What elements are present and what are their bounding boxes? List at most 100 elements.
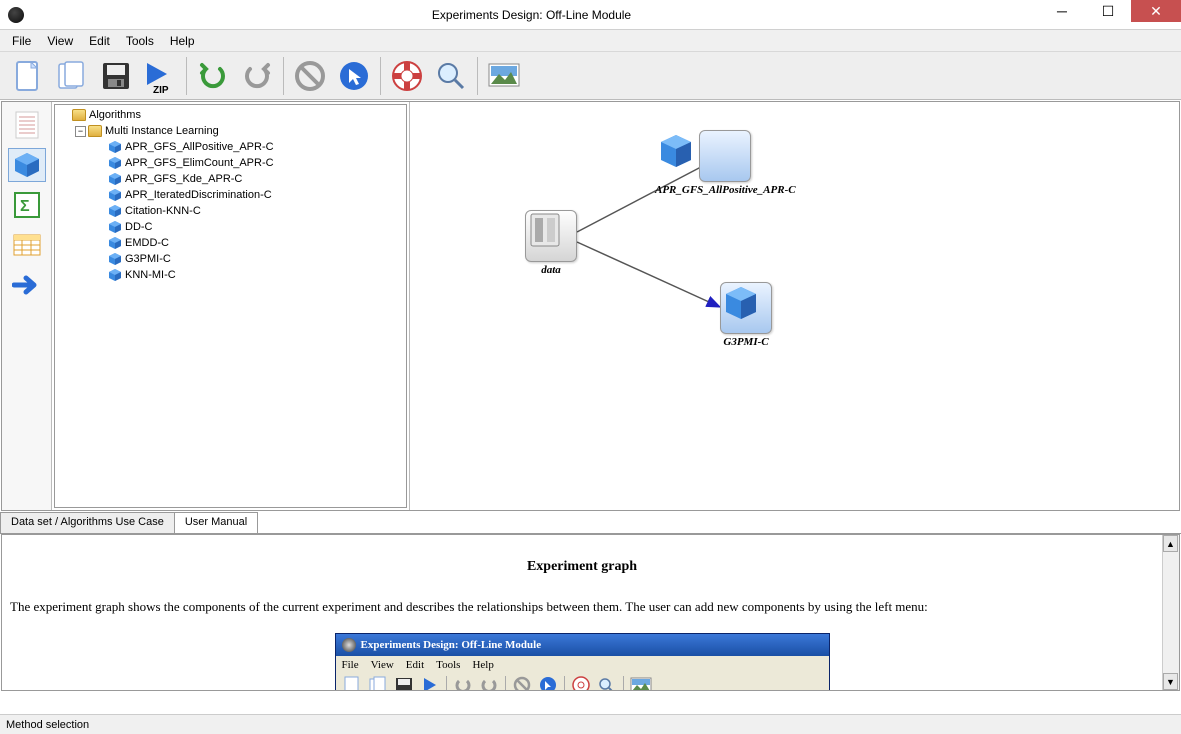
floppy-icon	[394, 676, 414, 690]
tree-leaf[interactable]: EMDD-C	[57, 235, 404, 251]
blue-cube-icon	[108, 140, 122, 154]
ms-menu-edit: Edit	[406, 659, 424, 671]
manual-title: Experiment graph	[10, 559, 1154, 575]
magnifier-icon	[597, 676, 617, 690]
picture-icon	[487, 62, 521, 90]
sidebar-methods-button[interactable]	[8, 148, 46, 182]
graph-node-data-label: data	[525, 264, 577, 276]
sigma-icon: Σ	[13, 191, 41, 219]
help-button[interactable]	[387, 56, 427, 96]
run-zip-button[interactable]: ZIP	[140, 56, 180, 96]
graph-node-a-label: APR_GFS_AllPositive_APR-C	[655, 184, 796, 196]
tree-root[interactable]: Algorithms	[57, 107, 404, 123]
svg-text:Σ: Σ	[20, 198, 30, 215]
graph-node-b[interactable]: G3PMI-C	[720, 282, 772, 348]
collapse-icon[interactable]: −	[75, 126, 86, 137]
scroll-up-button[interactable]: ▲	[1163, 535, 1178, 552]
menu-edit[interactable]: Edit	[81, 31, 118, 51]
no-entry-icon	[293, 59, 327, 93]
sidebar-tables-button[interactable]	[8, 228, 46, 262]
graph-node-data[interactable]: data	[525, 210, 577, 276]
sidebar-datasets-button[interactable]	[8, 108, 46, 142]
save-button[interactable]	[96, 56, 136, 96]
graph-node-a[interactable]: APR_GFS_AllPositive_APR-C	[655, 130, 796, 196]
sidebar-connect-button[interactable]	[8, 268, 46, 302]
tree-leaf-label: KNN-MI-C	[125, 269, 176, 281]
tree-group[interactable]: − Multi Instance Learning	[57, 123, 404, 139]
tree-leaf[interactable]: G3PMI-C	[57, 251, 404, 267]
lifesaver-icon	[390, 59, 424, 93]
pages-icon	[55, 59, 89, 93]
tab-user-manual[interactable]: User Manual	[174, 512, 258, 533]
scroll-down-button[interactable]: ▼	[1163, 673, 1178, 690]
manual-shot-title: Experiments Design: Off-Line Module	[361, 639, 542, 651]
blue-cube-icon	[108, 236, 122, 250]
ms-menu-file: File	[342, 659, 359, 671]
tree-leaf[interactable]: KNN-MI-C	[57, 267, 404, 283]
open-button[interactable]	[52, 56, 92, 96]
folder-icon	[72, 109, 86, 121]
blue-cube-icon	[108, 268, 122, 282]
menu-tools[interactable]: Tools	[118, 31, 162, 51]
tab-datasets[interactable]: Data set / Algorithms Use Case	[0, 512, 175, 533]
select-button[interactable]	[334, 56, 374, 96]
separator	[283, 57, 284, 95]
tabs: Data set / Algorithms Use Case User Manu…	[0, 512, 1181, 534]
ms-menu-view: View	[371, 659, 394, 671]
scrollbar[interactable]: ▲ ▼	[1162, 535, 1179, 690]
blue-cube-icon	[108, 204, 122, 218]
undo-icon	[196, 59, 230, 93]
close-button[interactable]: ✕	[1131, 0, 1181, 22]
menu-file[interactable]: File	[4, 31, 39, 51]
maximize-button[interactable]: ☐	[1085, 0, 1131, 22]
cube-node-icon	[720, 282, 772, 334]
folder-icon	[88, 125, 102, 137]
tree-leaf-label: APR_GFS_ElimCount_APR-C	[125, 157, 274, 169]
tree-leaf[interactable]: APR_GFS_AllPositive_APR-C	[57, 139, 404, 155]
ms-menu-tools: Tools	[436, 659, 460, 671]
separator	[380, 57, 381, 95]
sidebar-stats-button[interactable]: Σ	[8, 188, 46, 222]
tree-leaf[interactable]: Citation-KNN-C	[57, 203, 404, 219]
redo-button[interactable]	[237, 56, 277, 96]
undo-icon	[453, 676, 473, 690]
canvas[interactable]: data APR_GFS_AllPositive_APR-C G3PMI-C	[410, 102, 1179, 510]
menu-view[interactable]: View	[39, 31, 81, 51]
cube-node-icon	[699, 130, 751, 182]
tree-panel: Algorithms − Multi Instance Learning APR…	[52, 102, 410, 510]
tree-leaf[interactable]: APR_IteratedDiscrimination-C	[57, 187, 404, 203]
floppy-icon	[99, 59, 133, 93]
blue-cube-icon	[12, 150, 42, 180]
delete-button[interactable]	[290, 56, 330, 96]
sidebar: Σ	[2, 102, 52, 510]
tree-leaf-label: Citation-KNN-C	[125, 205, 201, 217]
toolbar: ZIP	[0, 52, 1181, 100]
tree-leaf[interactable]: APR_GFS_Kde_APR-C	[57, 171, 404, 187]
redo-icon	[240, 59, 274, 93]
new-experiment-button[interactable]	[8, 56, 48, 96]
blue-cube-icon	[108, 252, 122, 266]
tree-leaf-label: DD-C	[125, 221, 153, 233]
blue-cube-icon	[108, 172, 122, 186]
tree-leaf[interactable]: APR_GFS_ElimCount_APR-C	[57, 155, 404, 171]
tree-leaf-label: APR_GFS_AllPositive_APR-C	[125, 141, 274, 153]
menu-help[interactable]: Help	[162, 31, 203, 51]
tree-group-label: Multi Instance Learning	[105, 125, 219, 137]
ms-menu-help: Help	[472, 659, 493, 671]
lifesaver-icon	[571, 676, 591, 690]
status-text: Method selection	[6, 719, 89, 731]
data-node-icon	[525, 210, 577, 262]
page-icon	[342, 676, 362, 690]
tree-root-label: Algorithms	[89, 109, 141, 121]
image-button[interactable]	[484, 56, 524, 96]
minimize-button[interactable]: ─	[1039, 0, 1085, 22]
play-zip-icon: ZIP	[141, 57, 179, 95]
tree-leaf[interactable]: DD-C	[57, 219, 404, 235]
manual-panel: Experiment graph The experiment graph sh…	[1, 534, 1180, 691]
cursor-circle-icon	[538, 676, 558, 690]
svg-text:ZIP: ZIP	[153, 85, 169, 95]
app-icon	[342, 638, 356, 652]
titlebar: Experiments Design: Off-Line Module ─ ☐ …	[0, 0, 1181, 30]
undo-button[interactable]	[193, 56, 233, 96]
zoom-button[interactable]	[431, 56, 471, 96]
